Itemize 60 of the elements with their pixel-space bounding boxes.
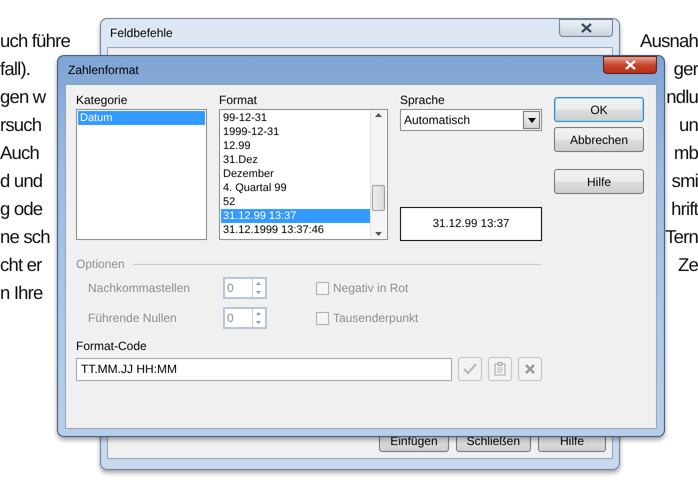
field-label: Nachkommastellen (88, 281, 192, 295)
format-preview: 31.12.99 13:37 (400, 207, 542, 241)
delete-button[interactable] (518, 357, 542, 381)
document-text: fall). (0, 57, 30, 81)
document-text: hrift (671, 197, 698, 221)
list-item[interactable]: 1999-12-31 (221, 125, 370, 139)
format-code-field[interactable]: TT.MM.JJ HH:MM (76, 358, 452, 380)
document-text: uch führe (0, 29, 70, 53)
document-text: Ausnah (640, 29, 698, 53)
scroll-thumb[interactable] (372, 185, 385, 211)
list-item[interactable]: 31.Dez (221, 153, 370, 167)
check-icon (463, 363, 477, 375)
field-label: Kategorie (76, 93, 128, 108)
list-item[interactable]: 31.12.1999 13:37:46 (221, 223, 370, 237)
clipboard-icon (494, 362, 506, 376)
caret-icon (528, 118, 536, 122)
close-icon (580, 23, 592, 33)
field-label: Führende Nullen (88, 311, 178, 325)
accept-button[interactable] (458, 357, 482, 381)
field-label: Format-Code (76, 339, 148, 354)
document-text: smi (672, 169, 698, 193)
field-label: Sprache (400, 93, 446, 108)
document-text: n Ihre (0, 281, 43, 305)
scroll-up-icon[interactable] (375, 111, 382, 120)
document-text: Ze (678, 253, 698, 277)
document-text: Auch (0, 141, 39, 165)
x-icon (524, 363, 536, 375)
document-text: ndlu (666, 85, 698, 109)
checkbox-label: Tausenderpunkt (333, 311, 418, 325)
document-text: mb (674, 141, 698, 165)
scrollbar[interactable] (370, 111, 386, 238)
document-text: d und (0, 169, 42, 193)
document-text: Tern (665, 225, 698, 249)
document-text: g ode (0, 197, 42, 221)
paste-button[interactable] (488, 357, 512, 381)
format-list[interactable]: 99-12-31 1999-12-31 12.99 31.Dez Dezember 4. Quartal 99 52 31.12.99 13:37 31.12.1999 13:37:46 (219, 109, 388, 240)
list-item[interactable]: 12.99 (221, 139, 370, 153)
section-title: Optionen (76, 257, 125, 271)
document-text: ne sch (0, 225, 50, 249)
field-label: Format (219, 93, 258, 108)
dialog-button[interactable]: OK (554, 97, 644, 122)
list-item[interactable]: 99-12-31 (221, 111, 370, 125)
document-text: cht er (0, 253, 42, 277)
list-item[interactable]: Dezember (221, 167, 370, 181)
close-icon (624, 60, 636, 70)
document-text: ger (674, 57, 698, 81)
window-title: Zahlenformat (68, 63, 139, 77)
checkbox-label: Negativ in Rot (333, 281, 408, 295)
language-dropdown[interactable]: Automatisch (400, 109, 542, 131)
close-button[interactable] (603, 56, 657, 74)
scroll-down-icon[interactable] (375, 229, 382, 238)
document-text: rsuch (0, 113, 42, 137)
dialog-button[interactable]: Abbrechen (554, 127, 644, 152)
dialog-button[interactable]: Hilfe (554, 169, 644, 194)
window-title: Feldbefehle (110, 26, 173, 40)
list-item[interactable]: 52 (221, 195, 370, 209)
close-button[interactable] (559, 19, 613, 37)
document-text: un (679, 113, 698, 137)
list-item[interactable]: 4. Quartal 99 (221, 181, 370, 195)
document-text: gen w (0, 85, 46, 109)
